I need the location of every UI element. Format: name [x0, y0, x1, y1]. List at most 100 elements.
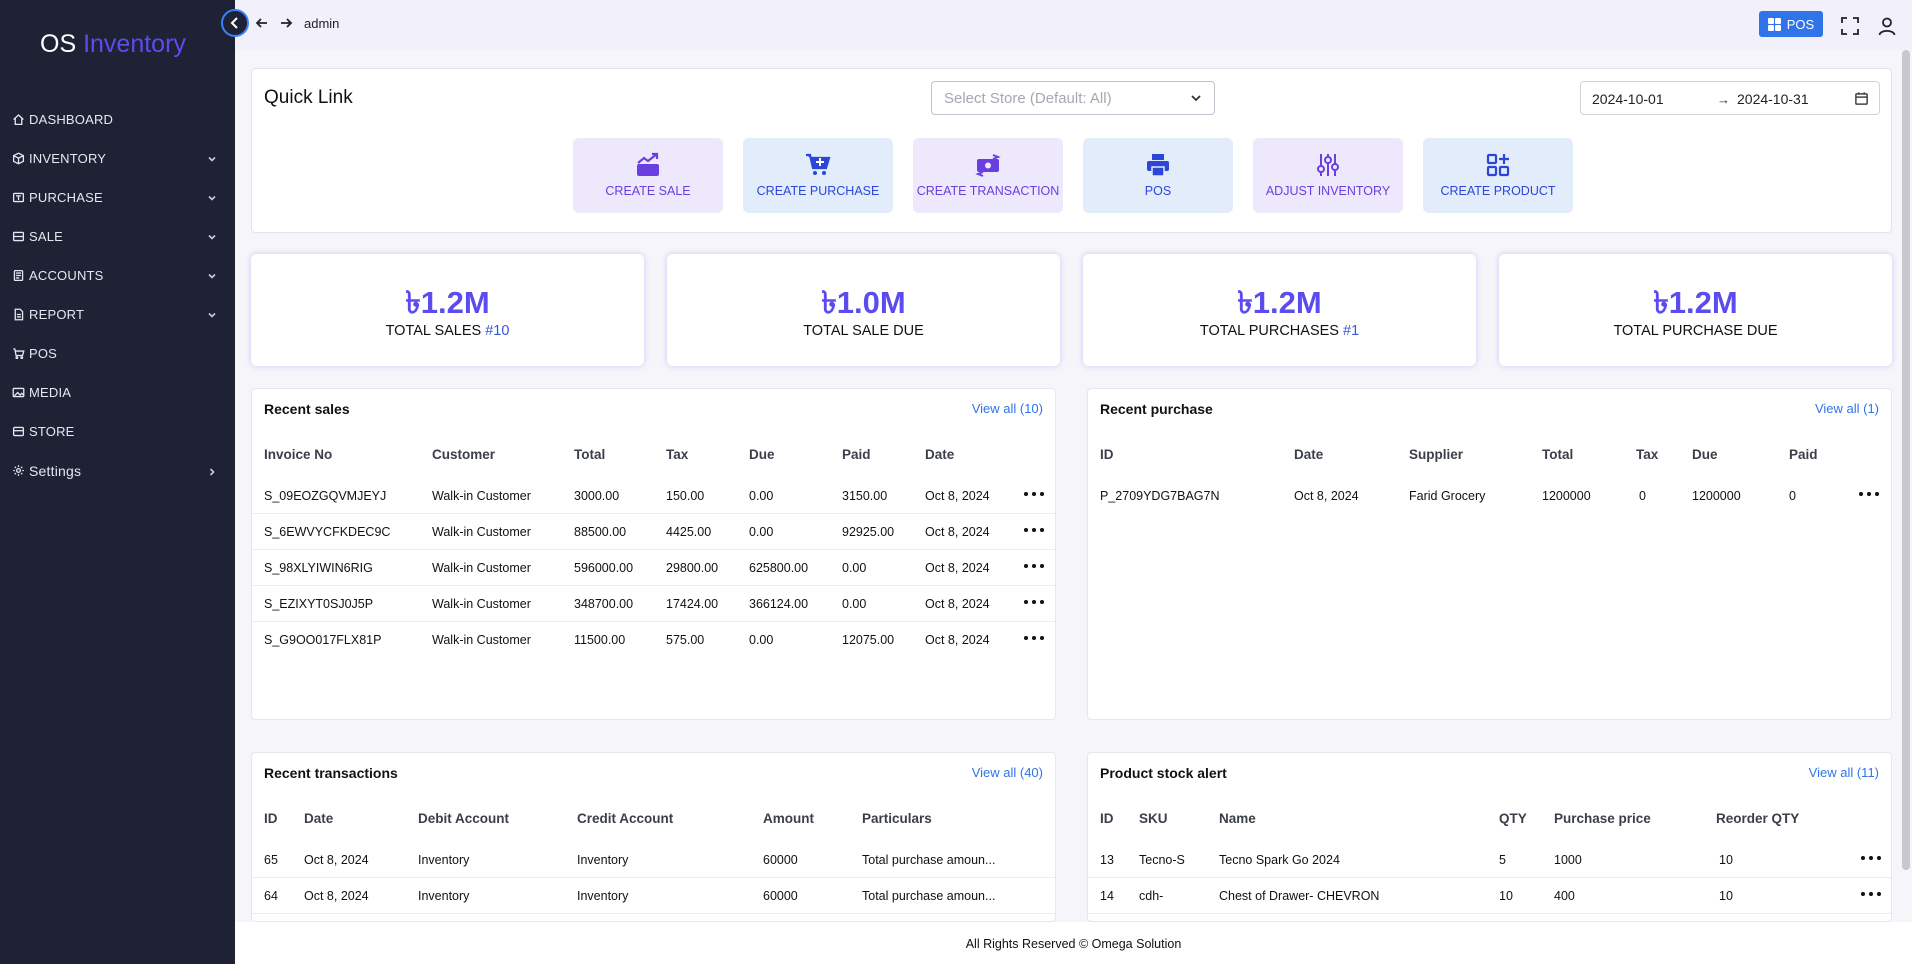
create-product-button[interactable]: CREATE PRODUCT: [1423, 138, 1573, 213]
table-cell: 348700.00: [574, 597, 634, 611]
recent-purchase-view-all-link[interactable]: View all (1): [1815, 401, 1879, 416]
fullscreen-icon[interactable]: [1840, 16, 1860, 36]
stat-count-link[interactable]: #1: [1343, 323, 1359, 339]
sidebar-item-pos[interactable]: POS: [0, 334, 235, 373]
table-cell: Walk-in Customer: [432, 633, 531, 647]
back-button[interactable]: [254, 15, 270, 31]
column-header: Name: [1219, 811, 1256, 826]
stat-label: TOTAL SALE DUE: [803, 323, 924, 339]
stat-total-purchases: ৳1.2M TOTAL PURCHASES #1: [1083, 254, 1476, 366]
table-row[interactable]: 65 Oct 8, 2024 Inventory Inventory 60000…: [252, 842, 1055, 878]
stat-total-sales: ৳1.2M TOTAL SALES #10: [251, 254, 644, 366]
column-header: Particulars: [862, 811, 932, 826]
sidebar-item-purchase[interactable]: PURCHASE: [0, 178, 235, 217]
sidebar-item-label: SALE: [29, 229, 64, 244]
column-header: ID: [1100, 447, 1114, 462]
date-from[interactable]: 2024-10-01: [1592, 91, 1664, 107]
table-cell: 92925.00: [842, 525, 895, 539]
table-cell: 0.00: [749, 525, 774, 539]
sidebar-item-label: POS: [29, 346, 58, 361]
sidebar-item-settings[interactable]: Settings: [0, 451, 235, 490]
calendar-icon[interactable]: [1854, 91, 1869, 106]
breadcrumb-user: admin: [304, 16, 340, 31]
table-row[interactable]: S_09EOZGQVMJEYJ Walk-in Customer 3000.00…: [252, 478, 1055, 514]
sidebar-item-inventory[interactable]: INVENTORY: [0, 139, 235, 178]
adjust-inventory-button[interactable]: ADJUST INVENTORY: [1253, 138, 1403, 213]
row-actions-icon[interactable]: [1859, 487, 1879, 501]
arrow-left-icon: [255, 18, 267, 28]
store-select[interactable]: Select Store (Default: All): [931, 81, 1215, 115]
row-actions-icon[interactable]: [1024, 595, 1044, 609]
create-transaction-button[interactable]: CREATE TRANSACTION: [913, 138, 1063, 213]
table-cell: 400: [1554, 889, 1575, 903]
row-actions-icon[interactable]: [1861, 851, 1881, 865]
table-row[interactable]: S_6EWVYCFKDEC9C Walk-in Customer 88500.0…: [252, 514, 1055, 550]
table-row[interactable]: S_98XLYIWIN6RIG Walk-in Customer 596000.…: [252, 550, 1055, 586]
sidebar-item-sale[interactable]: SALE: [0, 217, 235, 256]
row-actions-icon[interactable]: [1024, 523, 1044, 537]
date-to[interactable]: 2024-10-31: [1737, 91, 1809, 107]
date-range-picker[interactable]: 2024-10-01 → 2024-10-31: [1580, 81, 1880, 115]
table-cell: 4425.00: [666, 525, 712, 539]
sidebar-item-report[interactable]: REPORT: [0, 295, 235, 334]
stock-alert-view-all-link[interactable]: View all (11): [1809, 765, 1879, 780]
table-row[interactable]: S_G9OO017FLX81P Walk-in Customer 11500.0…: [252, 622, 1055, 658]
column-header: Date: [925, 447, 955, 462]
table-cell: 0.00: [842, 597, 867, 611]
table-cell: Walk-in Customer: [432, 525, 531, 539]
recent-sales-view-all-link[interactable]: View all (10): [972, 401, 1043, 416]
table-row[interactable]: 13 Tecno-S Tecno Spark Go 2024 5 1000 10: [1088, 842, 1891, 878]
create-sale-button[interactable]: CREATE SALE: [573, 138, 723, 213]
forward-button[interactable]: [278, 15, 294, 31]
row-actions-icon[interactable]: [1024, 631, 1044, 645]
column-header: Due: [1692, 447, 1718, 462]
sidebar-item-media[interactable]: MEDIA: [0, 373, 235, 412]
table-cell: 1200000: [1542, 489, 1591, 503]
create-sale-label: CREATE SALE: [605, 184, 691, 198]
table-row[interactable]: P_2709YDG7BAG7N Oct 8, 2024 Farid Grocer…: [1088, 478, 1891, 514]
column-header: Customer: [432, 447, 496, 462]
sidebar-item-accounts[interactable]: ACCOUNTS: [0, 256, 235, 295]
pos-button[interactable]: POS: [1759, 11, 1823, 37]
table-cell: Oct 8, 2024: [304, 889, 369, 903]
table-cell: Total purchase amoun...: [862, 853, 996, 867]
quick-pos-button[interactable]: POS: [1083, 138, 1233, 213]
page-scrollbar[interactable]: [1902, 50, 1910, 870]
table-cell: S_6EWVYCFKDEC9C: [264, 525, 391, 539]
quick-pos-label: POS: [1144, 184, 1172, 198]
table-cell: 3000.00: [574, 489, 620, 503]
table-row[interactable]: 14 cdh- Chest of Drawer- CHEVRON 10 400 …: [1088, 878, 1891, 914]
topbar: [235, 0, 1912, 50]
sidebar-item-label: INVENTORY: [29, 151, 107, 166]
stock-alert-card: Product stock alert View all (11) ID SKU…: [1087, 752, 1892, 922]
table-cell: Total purchase amoun...: [862, 889, 996, 903]
sidebar-item-label: MEDIA: [29, 385, 72, 400]
table-cell: 65: [264, 853, 278, 867]
sale-icon: [11, 230, 25, 244]
create-purchase-button[interactable]: CREATE PURCHASE: [743, 138, 893, 213]
column-header: ID: [1100, 811, 1114, 826]
table-cell: 1200000: [1692, 489, 1741, 503]
sidebar-item-dashboard[interactable]: DASHBOARD: [0, 100, 235, 139]
recent-purchase-card: Recent purchase View all (1) ID Date Sup…: [1087, 388, 1892, 720]
sidebar-collapse-button[interactable]: [221, 9, 249, 37]
stat-count-link[interactable]: #10: [485, 323, 509, 339]
user-icon[interactable]: [1877, 16, 1897, 36]
sidebar-item-label: ACCOUNTS: [29, 268, 104, 283]
brand-logo[interactable]: OS Inventory: [40, 30, 186, 59]
table-row[interactable]: S_EZIXYT0SJ0J5P Walk-in Customer 348700.…: [252, 586, 1055, 622]
table-cell: 3150.00: [842, 489, 888, 503]
gear-icon: [11, 464, 25, 478]
table-cell: Oct 8, 2024: [925, 525, 990, 539]
row-actions-icon[interactable]: [1861, 887, 1881, 901]
recent-purchase-title: Recent purchase: [1100, 401, 1213, 417]
table-cell: S_G9OO017FLX81P: [264, 633, 382, 647]
row-actions-icon[interactable]: [1024, 487, 1044, 501]
media-icon: [11, 386, 25, 400]
recent-transactions-view-all-link[interactable]: View all (40): [972, 765, 1043, 780]
row-actions-icon[interactable]: [1024, 559, 1044, 573]
table-cell: S_98XLYIWIN6RIG: [264, 561, 373, 575]
chevron-down-icon: [1191, 95, 1201, 102]
sidebar-item-store[interactable]: STORE: [0, 412, 235, 451]
table-row[interactable]: 64 Oct 8, 2024 Inventory Inventory 60000…: [252, 878, 1055, 914]
